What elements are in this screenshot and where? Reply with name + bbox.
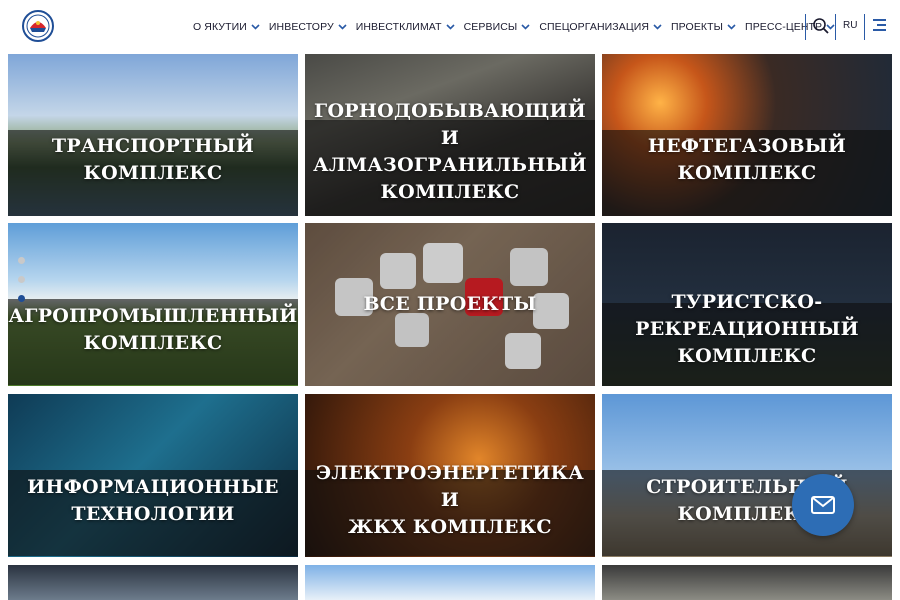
nav-item-invest-climate[interactable]: ИНВЕСТКЛИМАТ (356, 21, 455, 33)
slider-dot[interactable] (18, 257, 25, 264)
tile-tourism[interactable]: ТУРИСТСКО- РЕКРЕАЦИОННЫЙ КОМПЛЕКС (602, 223, 892, 386)
nav-item-investor[interactable]: ИНВЕСТОРУ (269, 21, 347, 33)
tile-mining[interactable]: ГОРНОДОБЫВАЮЩИЙ И АЛМАЗОГРАНИЛЬНЫЙ КОМПЛ… (305, 54, 595, 216)
tile-all-projects[interactable]: ВСЕ ПРОЕКТЫ (305, 223, 595, 386)
emblem-icon[interactable] (22, 10, 54, 42)
nav-item-projects[interactable]: ПРОЕКТЫ (671, 21, 736, 33)
hamburger-menu-icon[interactable] (873, 19, 886, 33)
main-nav: О ЯКУТИИ ИНВЕСТОРУ ИНВЕСТКЛИМАТ СЕРВИСЫ … (193, 0, 844, 54)
tile-label: ГОРНОДОБЫВАЮЩИЙ И АЛМАЗОГРАНИЛЬНЫЙ КОМПЛ… (313, 100, 587, 203)
tile-label: НЕФТЕГАЗОВЫЙ КОМПЛЕКС (647, 135, 847, 184)
tile-agro[interactable]: АГРОПРОМЫШЛЕННЫЙ КОМПЛЕКС (8, 223, 298, 386)
nav-item-label: СПЕЦОРГАНИЗАЦИЯ (539, 21, 650, 33)
nav-item-label: ИНВЕСТОРУ (268, 21, 334, 33)
tile-row4-2[interactable] (305, 565, 595, 600)
tile-label: ВСЕ ПРОЕКТЫ (363, 293, 537, 315)
mail-icon (811, 496, 835, 514)
nav-item-label: СЕРВИСЫ (463, 21, 518, 33)
tile-energy[interactable]: ЭЛЕКТРОЭНЕРГЕТИКА И ЖКХ КОМПЛЕКС (305, 394, 595, 557)
slider-dot[interactable] (18, 276, 25, 283)
divider (864, 14, 865, 40)
tile-construction[interactable]: СТРОИТЕЛЬНЫЙ КОМПЛЕКС (602, 394, 892, 557)
chevron-down-icon (521, 24, 530, 30)
tile-oil-gas[interactable]: НЕФТЕГАЗОВЫЙ КОМПЛЕКС (602, 54, 892, 216)
slider-dots (18, 257, 25, 314)
tile-row4-1[interactable] (8, 565, 298, 600)
tile-transport[interactable]: ТРАНСПОРТНЫЙ КОМПЛЕКС (8, 54, 298, 216)
language-switcher[interactable]: RU (843, 20, 857, 31)
nav-item-label: О ЯКУТИИ (193, 21, 247, 33)
tile-label: ТРАНСПОРТНЫЙ КОМПЛЕКС (51, 135, 255, 184)
search-icon[interactable] (812, 17, 830, 35)
chevron-down-icon (338, 24, 347, 30)
tile-label: ТУРИСТСКО- РЕКРЕАЦИОННЫЙ КОМПЛЕКС (635, 291, 859, 367)
chevron-down-icon (727, 24, 736, 30)
nav-item-about[interactable]: О ЯКУТИИ (193, 21, 260, 33)
nav-item-special-org[interactable]: СПЕЦОРГАНИЗАЦИЯ (539, 21, 662, 33)
chevron-down-icon (653, 24, 662, 30)
nav-item-label: ПРЕСС-ЦЕНТР (745, 21, 823, 33)
divider (835, 14, 836, 40)
tile-label: СТРОИТЕЛЬНЫЙ КОМПЛЕКС (646, 475, 848, 525)
chevron-down-icon (446, 24, 455, 30)
nav-item-label: ИНВЕСТКЛИМАТ (355, 21, 442, 33)
tile-row4-3[interactable] (602, 565, 892, 600)
slider-dot-active[interactable] (18, 295, 25, 302)
tile-label: АГРОПРОМЫШЛЕННЫЙ КОМПЛЕКС (8, 304, 298, 354)
tile-label: ИНФОРМАЦИОННЫЕ ТЕХНОЛОГИИ (27, 475, 279, 525)
nav-item-label: ПРОЕКТЫ (671, 21, 724, 33)
chevron-down-icon (251, 24, 260, 30)
nav-item-services[interactable]: СЕРВИСЫ (464, 21, 531, 33)
tile-it[interactable]: ИНФОРМАЦИОННЫЕ ТЕХНОЛОГИИ (8, 394, 298, 557)
divider (805, 14, 806, 40)
site-header: О ЯКУТИИ ИНВЕСТОРУ ИНВЕСТКЛИМАТ СЕРВИСЫ … (0, 0, 900, 54)
contact-mail-button[interactable] (792, 474, 854, 536)
tile-label: ЭЛЕКТРОЭНЕРГЕТИКА И ЖКХ КОМПЛЕКС (315, 462, 585, 538)
